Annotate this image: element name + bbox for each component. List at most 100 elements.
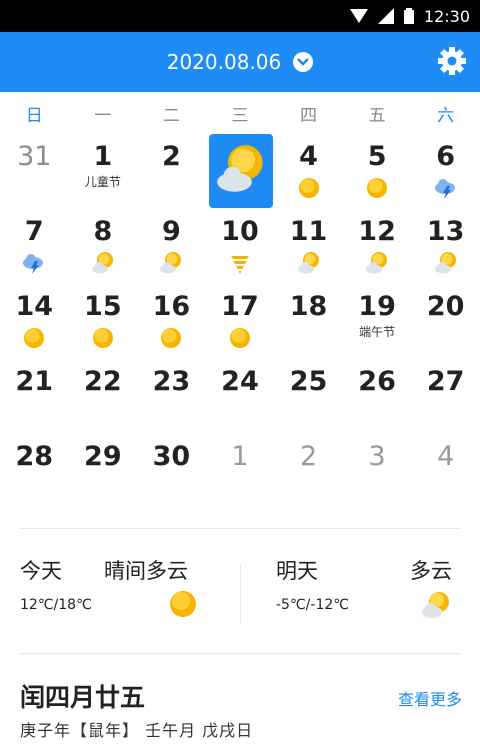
cloud-sun-icon <box>434 251 458 275</box>
weekday-label: 四 <box>300 106 318 126</box>
calendar-day[interactable]: 14 <box>0 290 69 365</box>
day-number: 15 <box>84 291 122 322</box>
day-number: 8 <box>93 216 113 247</box>
calendar-day[interactable]: 25 <box>274 365 343 440</box>
calendar-day[interactable]: 20 <box>411 290 480 365</box>
calendar-day[interactable]: 6 <box>411 140 480 215</box>
cloud-sun-icon <box>91 251 115 275</box>
calendar-day[interactable]: 2 <box>274 440 343 515</box>
date-picker[interactable]: 2020.08.06 <box>0 32 480 92</box>
day-number: 2 <box>162 141 181 172</box>
sun-icon <box>168 589 198 623</box>
chevron-down-icon <box>293 52 314 72</box>
weekday-label: 二 <box>162 106 180 126</box>
divider <box>20 528 460 529</box>
day-number: 12 <box>358 216 396 247</box>
day-number: 9 <box>162 216 181 247</box>
day-number: 18 <box>289 291 328 322</box>
day-number: 28 <box>15 441 54 472</box>
calendar-day[interactable]: 26 <box>343 365 412 440</box>
calendar-day[interactable]: 4 <box>411 440 480 515</box>
calendar-day[interactable]: 4 <box>274 140 343 215</box>
day-number: 7 <box>24 216 44 247</box>
weekday-label: 六 <box>437 106 455 126</box>
sun-icon <box>297 176 321 200</box>
calendar-day[interactable]: 10 <box>206 215 275 290</box>
day-number: 1 <box>231 441 249 472</box>
day-number: 17 <box>221 291 259 322</box>
calendar-day[interactable]: 23 <box>137 365 206 440</box>
holiday-label: 儿童节 <box>84 175 121 189</box>
cloud-sun-icon <box>420 589 452 625</box>
storm-icon <box>434 176 458 200</box>
today-weather: 晴间多云 <box>104 559 188 583</box>
weekday-label: 一 <box>94 106 112 126</box>
calendar-day[interactable]: 1 儿童节 <box>69 140 138 215</box>
sun-icon <box>365 176 389 200</box>
day-number: 27 <box>426 366 465 397</box>
calendar-day[interactable]: 7 <box>0 215 69 290</box>
calendar-week: 28 29 30 1 2 3 4 <box>0 440 480 515</box>
day-number: 10 <box>221 216 259 247</box>
day-number: 11 <box>289 216 328 247</box>
calendar-day[interactable]: 5 <box>343 140 412 215</box>
day-number: 25 <box>289 366 328 397</box>
day-number: 5 <box>367 141 387 172</box>
calendar-day[interactable]: 11 <box>274 215 343 290</box>
day-number: 23 <box>152 366 191 397</box>
header-bar: 2020.08.06 <box>0 32 480 92</box>
calendar-day[interactable]: 24 <box>206 365 275 440</box>
calendar-day[interactable]: 19 端午节 <box>343 290 412 365</box>
tomorrow-temp: -5℃/-12℃ <box>276 597 349 613</box>
day-number: 29 <box>84 441 122 472</box>
calendar-day[interactable]: 15 <box>69 290 138 365</box>
calendar-day[interactable] <box>206 134 275 215</box>
calendar-day[interactable]: 22 <box>69 365 138 440</box>
calendar-day[interactable]: 3 <box>343 440 412 515</box>
storm-icon <box>22 251 46 275</box>
day-number: 13 <box>426 216 465 247</box>
lunar-date: 闰四月廿五 <box>20 683 146 712</box>
calendar-day[interactable]: 18 <box>274 290 343 365</box>
day-number: 26 <box>358 366 396 397</box>
weekday-label: 三 <box>231 106 249 126</box>
calendar-day[interactable]: 30 <box>137 440 206 515</box>
more-link[interactable]: 查看更多 <box>398 686 462 710</box>
calendar-day[interactable]: 12 <box>343 215 412 290</box>
calendar-day[interactable]: 31 <box>0 140 69 215</box>
cloud-sun-icon <box>159 251 183 275</box>
calendar-day[interactable]: 27 <box>411 365 480 440</box>
calendar-week: 21 22 23 24 25 26 27 <box>0 365 480 440</box>
calendar-day[interactable]: 9 <box>137 215 206 290</box>
calendar-day[interactable]: 13 <box>411 215 480 290</box>
day-number: 3 <box>368 441 386 472</box>
today-temp: 12℃/18℃ <box>20 597 92 613</box>
calendar-day[interactable]: 17 <box>206 290 275 365</box>
calendar-day[interactable]: 28 <box>0 440 69 515</box>
calendar-day[interactable]: 2 <box>137 140 206 215</box>
calendar-day[interactable]: 21 <box>0 365 69 440</box>
signal-icon <box>377 8 394 24</box>
calendar-day[interactable]: 29 <box>69 440 138 515</box>
calendar-day[interactable]: 16 <box>137 290 206 365</box>
wifi-icon <box>349 9 368 23</box>
divider <box>240 565 241 625</box>
cloud-sun-icon <box>365 251 389 275</box>
tomorrow-label: 明天 <box>276 559 318 583</box>
calendar-day[interactable]: 1 <box>206 440 275 515</box>
day-number: 6 <box>436 141 456 172</box>
today-label: 今天 <box>20 559 62 583</box>
calendar-day[interactable]: 8 <box>69 215 138 290</box>
day-number: 1 <box>93 141 113 172</box>
weekday-label: 五 <box>368 106 386 126</box>
gear-icon[interactable] <box>436 45 468 77</box>
selected-day-highlight <box>208 134 273 208</box>
day-number: 31 <box>17 141 52 172</box>
day-number: 20 <box>426 291 465 322</box>
day-number: 4 <box>299 141 318 172</box>
calendar-week: 14 15 16 17 18 19 端午节 20 <box>0 290 480 365</box>
sun-icon <box>228 326 252 350</box>
battery-icon <box>403 8 414 24</box>
current-date: 2020.08.06 <box>166 50 282 74</box>
forecast-panel: 今天 晴间多云 12℃/18℃ 明天 多云 -5℃/-12℃ <box>20 555 460 635</box>
